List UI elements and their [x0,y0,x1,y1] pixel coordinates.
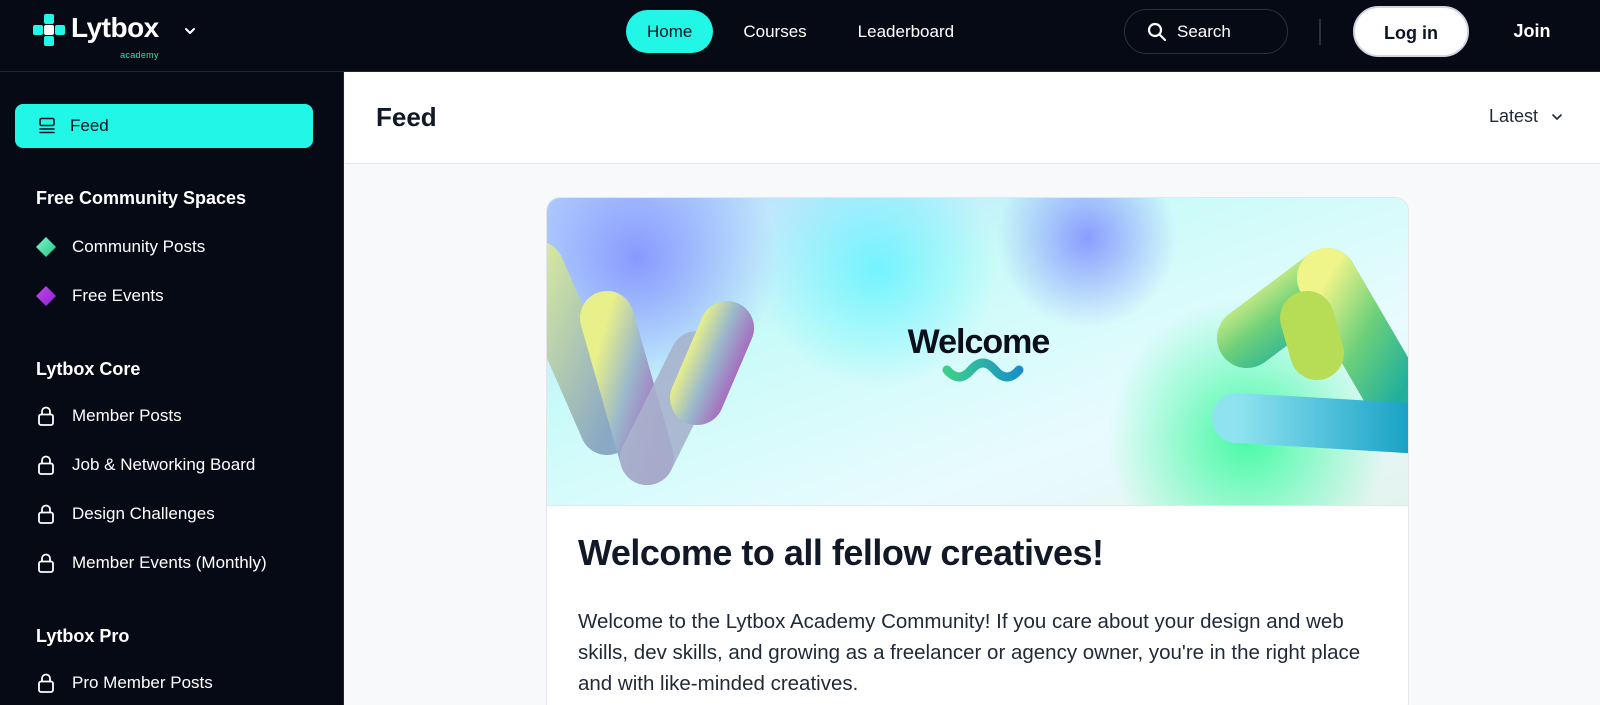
sidebar-item-label: Community Posts [72,237,206,256]
page-title: Feed [376,102,437,132]
brand-name: Lytbox [71,12,159,43]
banner-welcome-text: Welcome [907,323,1051,361]
join-button[interactable]: Join [1495,6,1569,57]
lock-icon [36,406,56,426]
sidebar-item-label: Free Events [72,286,164,305]
feed-icon [39,117,55,134]
search-placeholder: Search [1177,21,1231,41]
nav-home[interactable]: Home [626,10,714,53]
lock-icon [36,553,56,573]
chevron-down-icon [1552,113,1562,120]
sidebar-item-label: Job & Networking Board [72,455,256,474]
post-banner-image: Welcome [547,198,1408,506]
diamond-green-icon [36,237,56,257]
divider [1319,19,1321,45]
section-title-free: Free Community Spaces [36,188,247,208]
brand-logo[interactable]: Lytbox academy [33,12,159,61]
sidebar-item-label: Feed [70,116,109,135]
main-nav: Home Courses Leaderboard [626,10,984,53]
sidebar-item-member-events[interactable]: Member Events (Monthly) [36,548,267,578]
post-card[interactable]: Welcome Welcome to all fellow creatives!… [546,197,1409,705]
sidebar-item-label: Member Events (Monthly) [72,553,267,572]
login-button[interactable]: Log in [1353,6,1469,57]
sort-label: Latest [1488,106,1538,126]
post-title[interactable]: Welcome to all fellow creatives! [578,532,1104,574]
sidebar: Feed Free Community Spaces Community Pos… [0,72,344,705]
nav-courses[interactable]: Courses [722,10,827,53]
sidebar-item-label: Pro Member Posts [72,673,213,692]
sidebar-item-design-challenges[interactable]: Design Challenges [36,499,215,529]
nav-leaderboard[interactable]: Leaderboard [837,10,975,53]
lock-icon [36,673,56,693]
chevron-down-icon[interactable] [183,24,197,43]
logo-mark-icon [33,14,65,46]
sidebar-item-feed[interactable]: Feed [15,104,313,148]
sidebar-item-free-events[interactable]: Free Events [36,281,164,311]
sidebar-item-member-posts[interactable]: Member Posts [36,401,182,431]
brand-sub: academy [120,50,159,60]
search-icon [1147,22,1167,41]
logo-wordmark: Lytbox academy [71,12,159,61]
feed-header: Feed Latest [345,72,1600,164]
post-body: Welcome to the Lytbox Academy Community!… [578,610,1361,695]
diamond-purple-icon [36,286,56,306]
sidebar-item-label: Design Challenges [72,504,215,523]
section-title-pro: Lytbox Pro [36,626,130,646]
top-navbar: Lytbox academy Home Courses Leaderboard … [0,0,1600,72]
lock-icon [36,455,56,475]
lock-icon [36,504,56,524]
sidebar-item-pro-member-posts[interactable]: Pro Member Posts [36,668,213,698]
search-input[interactable]: Search [1124,9,1288,54]
sidebar-item-job-board[interactable]: Job & Networking Board [36,450,255,480]
sidebar-item-community-posts[interactable]: Community Posts [36,232,205,262]
sidebar-item-label: Member Posts [72,406,182,425]
section-title-core: Lytbox Core [36,359,141,379]
sort-dropdown[interactable]: Latest [1489,106,1564,127]
